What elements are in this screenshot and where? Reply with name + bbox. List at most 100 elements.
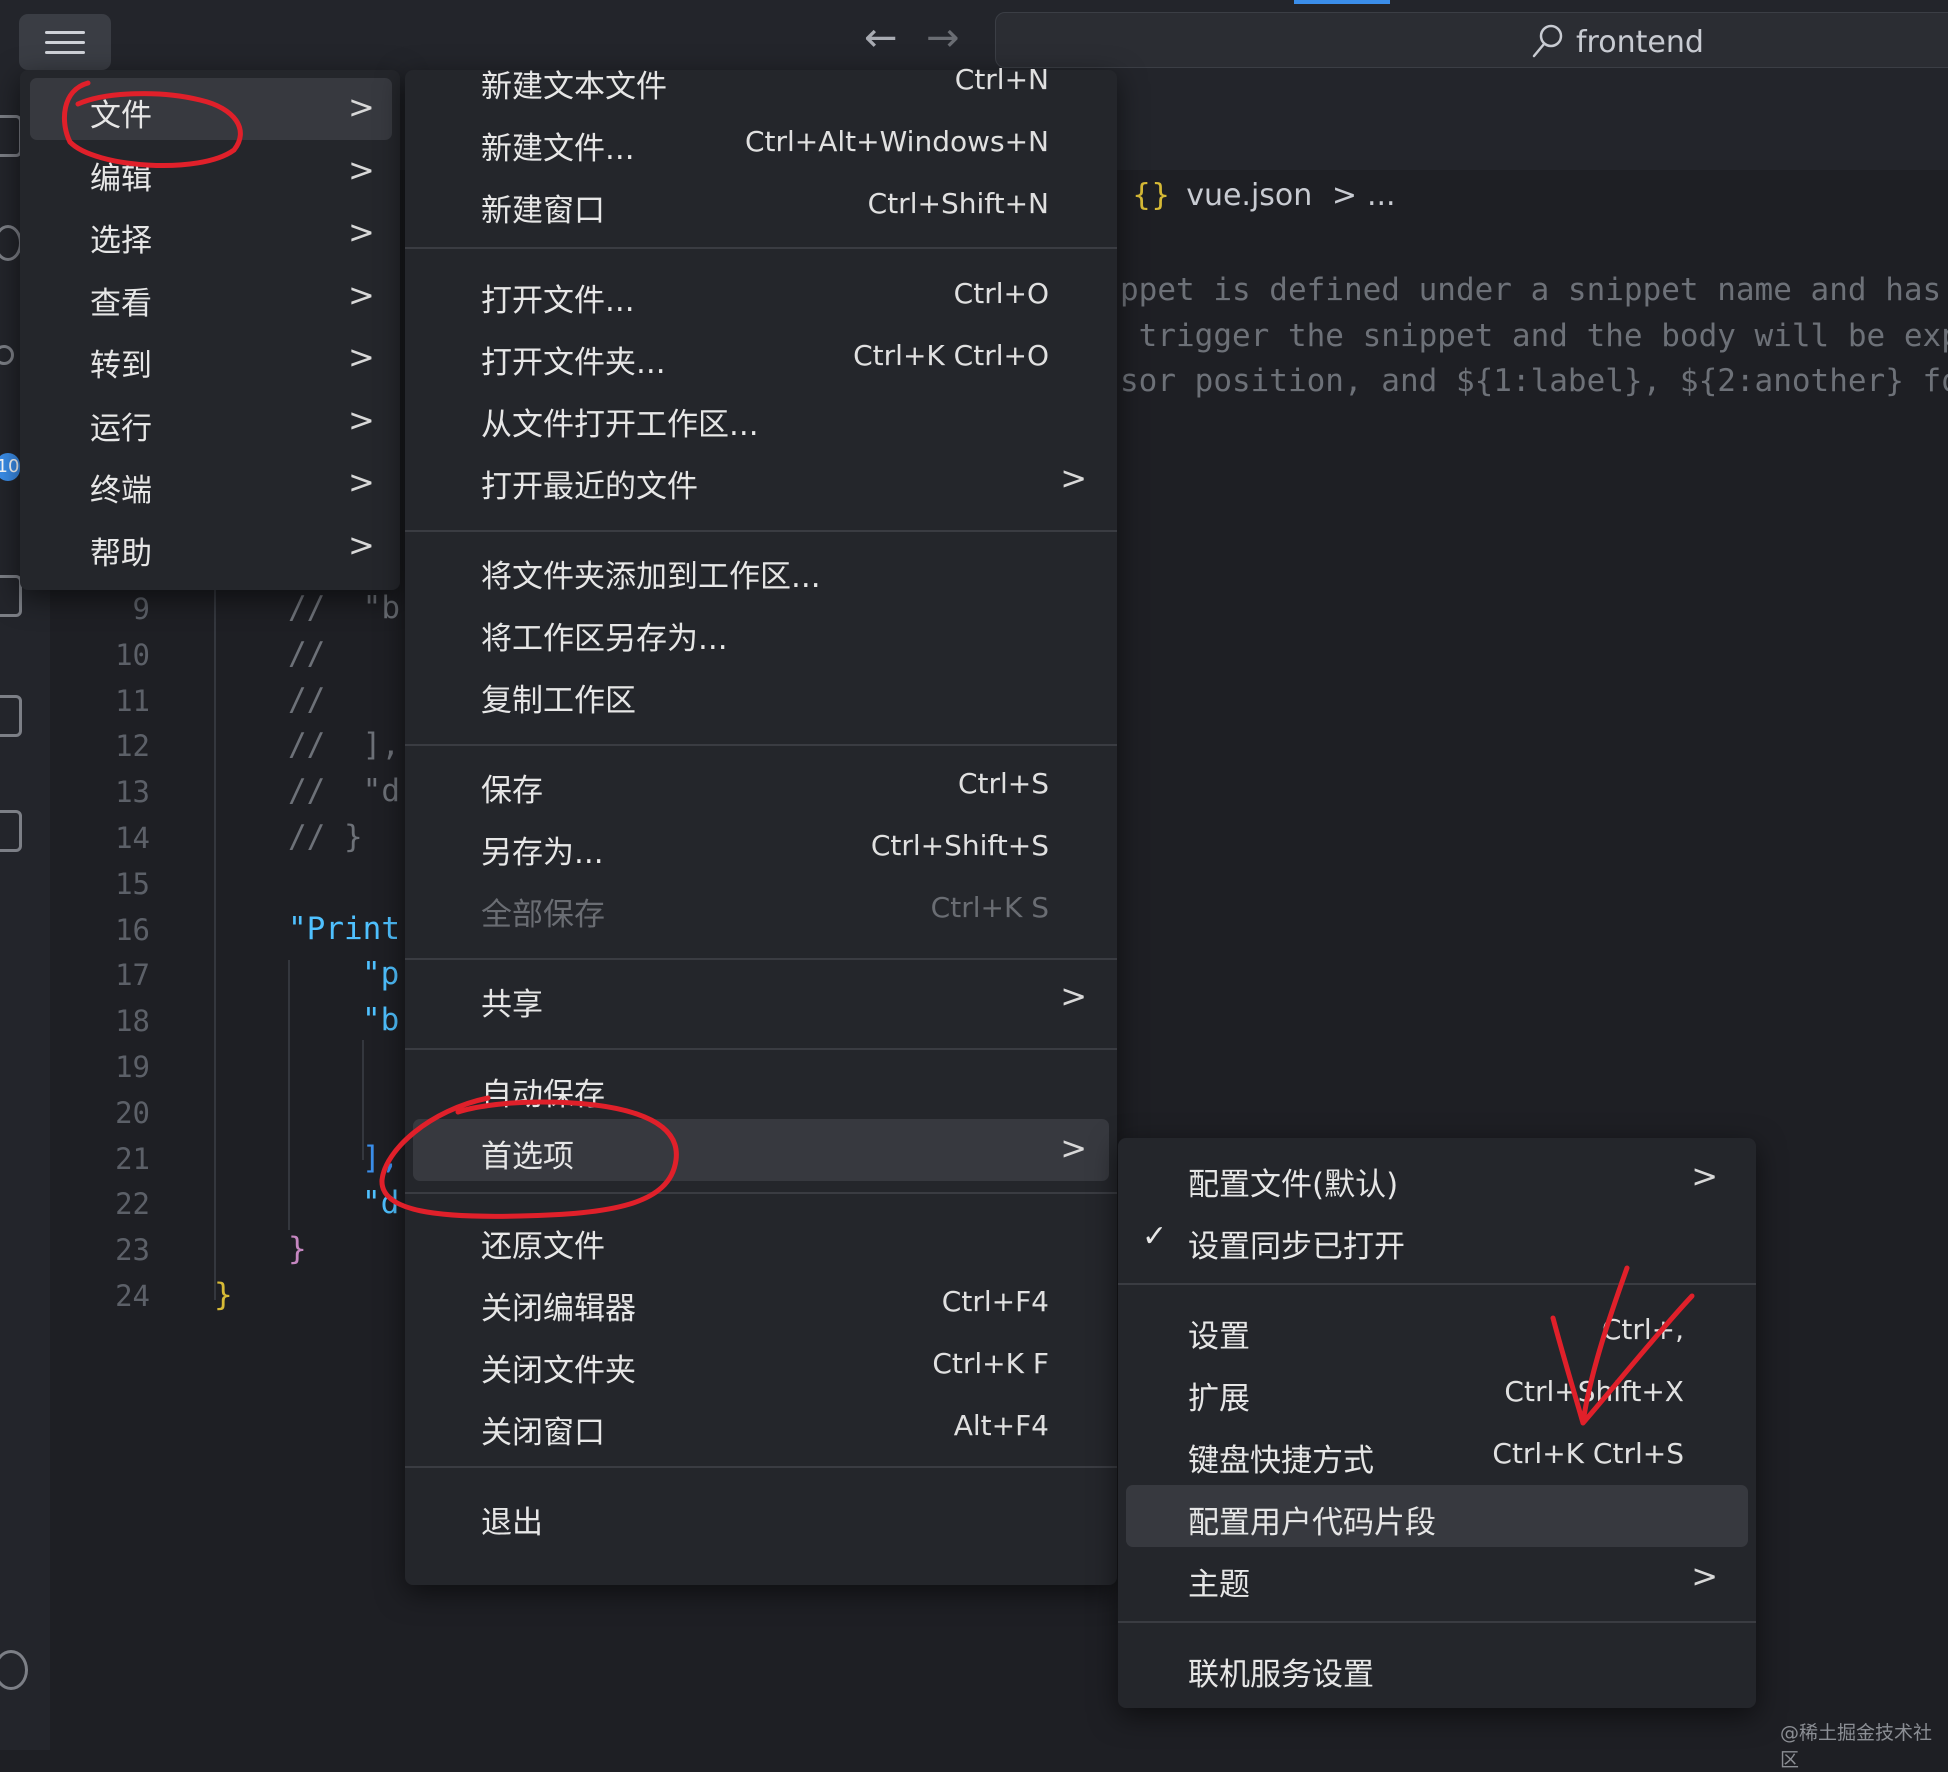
file-menu-item[interactable]: 另存为... Ctrl+Shift+S xyxy=(405,815,1117,877)
file-menu-item[interactable]: 将工作区另存为... xyxy=(405,601,1117,663)
search-view-icon[interactable] xyxy=(0,225,22,261)
menu-item-label: 运行 xyxy=(90,410,152,447)
menu-item-label: 帮助 xyxy=(90,535,152,572)
indent-guide xyxy=(214,590,216,1300)
file-menu-item[interactable]: 还原文件 xyxy=(405,1209,1117,1271)
chevron-right-icon: > xyxy=(1060,977,1087,1015)
menu-item-shortcut: Ctrl+K Ctrl+S xyxy=(1492,1437,1684,1470)
menu-item-shortcut: Ctrl+K Ctrl+O xyxy=(853,339,1049,372)
file-menu-item[interactable]: 新建文件... Ctrl+Alt+Windows+N xyxy=(405,111,1117,173)
prefs-menu-item[interactable]: 配置用户代码片段 xyxy=(1126,1485,1748,1547)
source-control-icon[interactable] xyxy=(0,345,14,365)
menu-item-label: 全部保存 xyxy=(481,897,605,933)
file-menu-item[interactable]: 共享 > xyxy=(405,967,1117,1029)
file-menu-item[interactable]: 首选项 > xyxy=(413,1119,1109,1181)
prefs-menu-item[interactable]: 设置 Ctrl+, xyxy=(1118,1299,1756,1361)
menu-item-shortcut: Ctrl+Shift+N xyxy=(867,187,1049,220)
extensions-icon[interactable] xyxy=(0,575,22,617)
menu-item-shortcut: Ctrl+K F xyxy=(932,1347,1049,1380)
command-center-search[interactable]: frontend xyxy=(995,12,1948,68)
chevron-right-icon: > xyxy=(1060,459,1087,497)
file-menu-item[interactable]: 关闭窗口 Alt+F4 xyxy=(405,1395,1117,1457)
file-menu-item[interactable]: 保存 Ctrl+S xyxy=(405,753,1117,815)
menu-item-label: 终端 xyxy=(90,473,152,509)
menu-item-label: 另存为... xyxy=(481,835,604,871)
file-menu-item[interactable]: 关闭编辑器 Ctrl+F4 xyxy=(405,1271,1117,1333)
file-menu-item[interactable]: 退出 xyxy=(405,1485,1117,1547)
menu-item-label: 编辑 xyxy=(90,160,152,197)
main-menu-item[interactable]: 帮助 > xyxy=(30,516,392,578)
line-number: 19 xyxy=(115,1050,150,1084)
menu-item-label: 设置 xyxy=(1188,1319,1250,1355)
menu-item-label: 联机服务设置 xyxy=(1188,1657,1374,1693)
scm-badge: 10 xyxy=(0,453,20,481)
file-menu-item[interactable]: 打开文件夹... Ctrl+K Ctrl+O xyxy=(405,325,1117,387)
remote-icon[interactable] xyxy=(0,695,22,737)
menu-item-label: 配置用户代码片段 xyxy=(1188,1505,1436,1541)
search-text: frontend xyxy=(1576,25,1704,60)
breadcrumb-file[interactable]: vue.json xyxy=(1186,178,1312,213)
preferences-menu: 配置文件(默认) > ✓ 设置同步已打开设置 Ctrl+, 扩展 Ctrl+Shift+X 键… xyxy=(1118,1138,1756,1708)
prefs-menu-item[interactable]: 配置文件(默认) > xyxy=(1118,1147,1756,1209)
main-menu-item[interactable]: 转到 > xyxy=(30,328,392,390)
menu-item-label: 配置文件(默认) xyxy=(1188,1167,1399,1203)
code-comment-line: sor position, and ${1:label}, ${2:anothe… xyxy=(1120,363,1948,399)
testing-icon[interactable] xyxy=(0,810,22,852)
line-number: 23 xyxy=(115,1233,150,1268)
indent-guide xyxy=(362,1040,364,1160)
line-number: 18 xyxy=(115,1004,150,1039)
file-menu-item[interactable]: 打开文件... Ctrl+O xyxy=(405,263,1117,325)
file-menu-item[interactable]: 自动保存 xyxy=(405,1057,1117,1119)
file-menu-item: 全部保存 Ctrl+K S xyxy=(405,877,1117,939)
menu-separator xyxy=(405,958,1117,960)
breadcrumb-rest[interactable]: ... xyxy=(1367,178,1396,213)
main-menu-item[interactable]: 查看 > xyxy=(30,266,392,328)
line-number: 13 xyxy=(115,775,150,810)
prefs-menu-item[interactable]: 键盘快捷方式 Ctrl+K Ctrl+S xyxy=(1118,1423,1756,1485)
prefs-menu-item[interactable]: 扩展 Ctrl+Shift+X xyxy=(1118,1361,1756,1423)
file-menu-item[interactable]: 从文件打开工作区... xyxy=(405,387,1117,449)
prefs-menu-item[interactable]: ✓ 设置同步已打开 xyxy=(1118,1209,1756,1271)
menu-item-label: 还原文件 xyxy=(481,1229,605,1265)
breadcrumb[interactable]: {} vue.json >... xyxy=(1132,178,1396,213)
file-menu-item[interactable]: 将文件夹添加到工作区... xyxy=(405,539,1117,601)
menu-item-label: 查看 xyxy=(90,285,152,322)
line-number: 20 xyxy=(115,1095,150,1130)
menu-icon[interactable] xyxy=(19,14,111,70)
account-icon[interactable] xyxy=(0,1650,28,1690)
file-menu-item[interactable]: 新建窗口 Ctrl+Shift+N xyxy=(405,173,1117,235)
check-icon: ✓ xyxy=(1142,1219,1168,1254)
menu-item-label: 退出 xyxy=(481,1505,543,1541)
menu-item-shortcut: Ctrl+N xyxy=(954,63,1049,96)
explorer-icon[interactable] xyxy=(0,115,22,157)
active-tab-indicator xyxy=(1294,0,1390,4)
file-menu-item[interactable]: 关闭文件夹 Ctrl+K F xyxy=(405,1333,1117,1395)
menu-item-label: 打开文件... xyxy=(481,283,635,319)
prefs-menu-item[interactable]: 联机服务设置 xyxy=(1118,1637,1756,1699)
menu-item-shortcut: Ctrl+, xyxy=(1601,1313,1684,1346)
line-number: 21 xyxy=(115,1141,150,1176)
main-menu-item[interactable]: 文件 > xyxy=(30,78,392,140)
line-number: 14 xyxy=(115,821,150,855)
chevron-right-icon: > xyxy=(348,88,375,126)
menu-item-label: 打开最近的文件 xyxy=(481,469,698,505)
file-menu-item[interactable]: 新建文本文件 Ctrl+N xyxy=(405,49,1117,111)
menu-item-label: 关闭窗口 xyxy=(481,1415,605,1451)
menu-item-label: 打开文件夹... xyxy=(481,345,666,381)
main-menu-item[interactable]: 终端 > xyxy=(30,453,392,515)
menu-item-shortcut: Ctrl+F4 xyxy=(941,1285,1049,1318)
code-line: // ], xyxy=(288,727,400,764)
file-menu-item[interactable]: 打开最近的文件 > xyxy=(405,449,1117,511)
menu-item-label: 首选项 xyxy=(481,1139,574,1175)
menu-item-label: 扩展 xyxy=(1188,1381,1250,1417)
line-number: 10 xyxy=(115,637,150,672)
main-menu-item[interactable]: 编辑 > xyxy=(30,141,392,203)
chevron-right-icon: > xyxy=(348,150,375,189)
code-line: // xyxy=(288,635,326,672)
code-line: // "d xyxy=(288,773,400,810)
main-menu-item[interactable]: 选择 > xyxy=(30,203,392,265)
file-menu-item[interactable]: 复制工作区 xyxy=(405,663,1117,725)
main-menu-item[interactable]: 运行 > xyxy=(30,391,392,453)
code-line: "Print xyxy=(288,910,400,947)
prefs-menu-item[interactable]: 主题 > xyxy=(1118,1547,1756,1609)
